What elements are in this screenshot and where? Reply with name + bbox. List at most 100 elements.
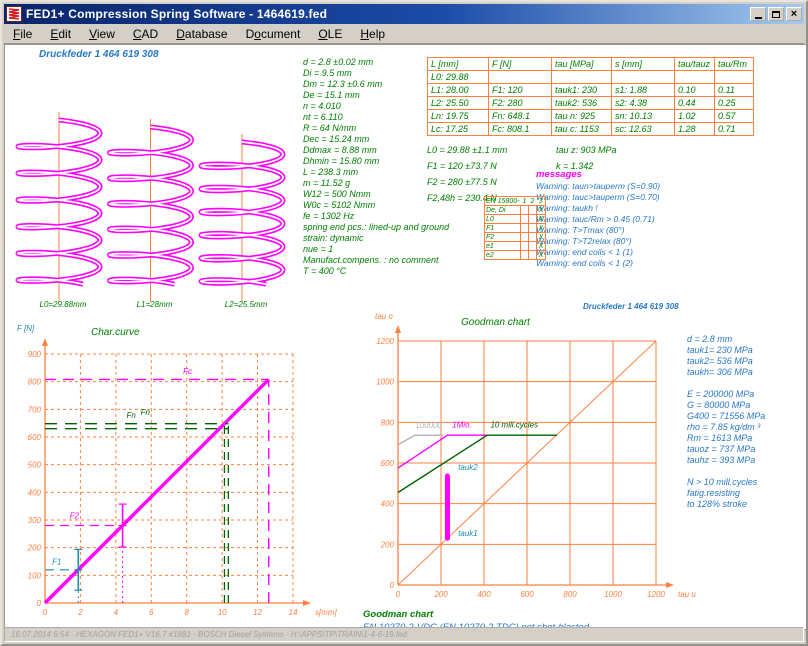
svg-text:2: 2	[77, 608, 83, 617]
svg-text:Goodman chart: Goodman chart	[461, 317, 531, 328]
results-header-cell: L [mm]	[428, 58, 489, 71]
warning-line: Warning: end coils < 1 (1)	[536, 247, 660, 258]
cell-F: Fc: 808.1	[489, 123, 552, 136]
tolerance-line: L0 = 29.88 ±1.1 mm	[427, 142, 507, 158]
svg-text:L1=28mm: L1=28mm	[137, 300, 173, 309]
cell-F: F1: 120	[489, 84, 552, 97]
svg-text:F1: F1	[52, 557, 61, 566]
svg-text:Fn: Fn	[126, 411, 136, 420]
svg-text:500: 500	[28, 461, 42, 470]
cell-tau-rm: 0.25	[715, 97, 754, 110]
en-row-label: L0	[485, 215, 521, 224]
svg-text:8: 8	[184, 608, 189, 617]
en-standard-label: EN 15800-	[485, 197, 521, 206]
cell-s	[612, 71, 675, 84]
spring-parameter: T = 400 °C	[303, 266, 449, 277]
maximize-icon	[772, 11, 780, 18]
app-spring-icon	[6, 6, 22, 22]
cell-L: L2: 25.50	[428, 97, 489, 110]
svg-text:600: 600	[28, 433, 42, 442]
svg-text:200: 200	[380, 540, 395, 549]
results-table: L [mm]F [N]tau [MPa]s [mm]tau/tauztau/Rm…	[427, 57, 754, 136]
window-title: FED1+ Compression Spring Software - 1464…	[26, 7, 750, 21]
cell-L: L0: 29.88	[428, 71, 489, 84]
svg-text:tau o: tau o	[375, 312, 393, 321]
goodman-caption: Goodman chart	[363, 609, 433, 620]
svg-text:200: 200	[433, 590, 448, 599]
en-table-row: L0 X	[485, 215, 546, 224]
svg-text:12: 12	[253, 608, 262, 617]
messages-title: messages	[536, 169, 582, 180]
svg-text:tauk1: tauk1	[458, 529, 478, 538]
cell-s: s2: 4.38	[612, 97, 675, 110]
material-line: taukh= 306 MPa	[687, 367, 765, 378]
material-line: Rm = 1613 MPa	[687, 433, 765, 444]
material-line: N > 10 mill.cycles	[687, 477, 765, 488]
close-icon: ×	[791, 10, 797, 19]
tolerance-line: F1 = 120 ±73.7 N	[427, 158, 507, 174]
spring-parameter: strain: dynamic	[303, 233, 449, 244]
warning-line: Warning: tauc/Rm > 0.45 (0.71)	[536, 214, 660, 225]
material-line: tauhz = 393 MPa	[687, 455, 765, 466]
cell-tau-tauz: 1.02	[675, 110, 715, 123]
cell-F: Fn: 648.1	[489, 110, 552, 123]
en-header-row: EN 15800- 1 2 3	[485, 197, 546, 206]
svg-text:600: 600	[520, 590, 534, 599]
cell-tau-tauz: 1.28	[675, 123, 715, 136]
svg-text:800: 800	[563, 590, 577, 599]
cell-L: Ln: 19.75	[428, 110, 489, 123]
menu-item[interactable]: Help	[351, 25, 394, 43]
material-line	[687, 378, 765, 389]
cell-tau: tauk1: 230	[552, 84, 612, 97]
material-line: G = 80000 MPa	[687, 400, 765, 411]
warnings-list: Warning: taun>tauperm (S=0.90)Warning: t…	[536, 181, 660, 269]
cell-tau: tau c: 1153	[552, 123, 612, 136]
svg-text:1200: 1200	[647, 590, 665, 599]
warning-line: Warning: taukh !	[536, 203, 660, 214]
material-data-panel: d = 2.8 mmtauk1= 230 MPatauk2= 536 MPata…	[687, 334, 765, 510]
cell-tau-rm: 0.71	[715, 123, 754, 136]
tau-z-value: tau z: 903 MPa	[556, 142, 617, 158]
cell-tau-tauz	[675, 71, 715, 84]
svg-text:0: 0	[37, 599, 42, 608]
maximize-button[interactable]	[768, 7, 784, 21]
results-header-cell: tau/tauz	[675, 58, 715, 71]
cell-F	[489, 71, 552, 84]
menu-item[interactable]: Edit	[41, 25, 80, 43]
svg-text:L2=25.5mm: L2=25.5mm	[225, 300, 268, 309]
menu-item[interactable]: Database	[167, 25, 236, 43]
svg-text:400: 400	[477, 590, 491, 599]
menu-item[interactable]: File	[4, 25, 41, 43]
results-header-cell: tau/Rm	[715, 58, 754, 71]
menu-bar: FileEditViewCADDatabaseDocumentOLEHelp	[4, 25, 804, 44]
material-line: fatig.resisting	[687, 488, 765, 499]
cell-s: sn: 10.13	[612, 110, 675, 123]
svg-text:1200: 1200	[376, 337, 394, 346]
svg-text:400: 400	[28, 488, 42, 497]
spring-parameter: nue = 1	[303, 244, 449, 255]
menu-item[interactable]: OLE	[309, 25, 351, 43]
menu-item[interactable]: View	[80, 25, 124, 43]
spring-parameter: fe = 1302 Hz	[303, 211, 449, 222]
table-row: L0: 29.88	[428, 71, 754, 84]
svg-text:Fn: Fn	[141, 408, 151, 417]
spring-parameter: spring end pcs.: lined-up and ground	[303, 222, 449, 233]
material-line: d = 2.8 mm	[687, 334, 765, 345]
goodman-chart: Druckfeder 1 464 619 3080020020040040060…	[361, 301, 701, 605]
svg-text:100000: 100000	[415, 421, 442, 430]
menu-item[interactable]: Document	[237, 25, 310, 43]
svg-text:Fc: Fc	[183, 367, 192, 376]
en-row-label: e2	[485, 251, 521, 260]
svg-text:100: 100	[28, 571, 42, 580]
cell-tau-rm	[715, 71, 754, 84]
svg-text:s[mm]: s[mm]	[315, 608, 338, 617]
en-row-label: F1	[485, 224, 521, 233]
cell-tau-tauz: 0.10	[675, 84, 715, 97]
close-button[interactable]: ×	[786, 7, 802, 21]
svg-text:1000: 1000	[604, 590, 622, 599]
minimize-button[interactable]	[750, 7, 766, 21]
menu-item[interactable]: CAD	[124, 25, 167, 43]
svg-text:F [N]: F [N]	[17, 324, 35, 333]
svg-text:0: 0	[396, 590, 401, 599]
cell-s: sc: 12.63	[612, 123, 675, 136]
